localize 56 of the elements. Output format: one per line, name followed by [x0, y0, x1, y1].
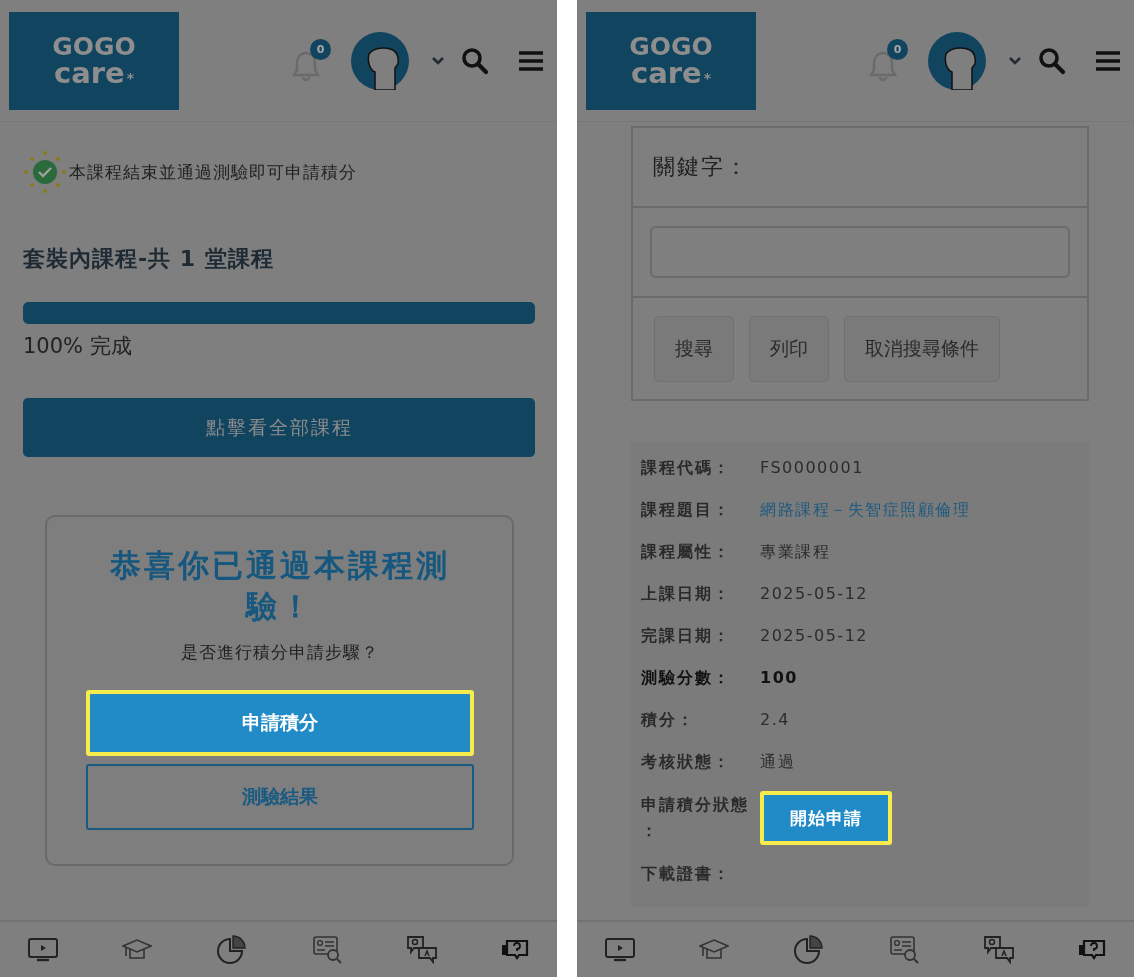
dialog-question: 是否進行積分申請步驟？ [180, 640, 379, 664]
chevron-down-icon[interactable] [431, 55, 445, 66]
field-value: 2025-05-12 [760, 625, 868, 647]
field-label: 申請積分狀態： [641, 794, 750, 842]
notification-count: 0 [887, 38, 908, 60]
field-label: 積分： [641, 709, 696, 731]
field-label: 課程題目： [641, 499, 732, 521]
chat-bubbles-icon[interactable] [983, 935, 1014, 964]
field-label: 完課日期： [641, 625, 732, 647]
pie-chart-icon[interactable] [216, 933, 249, 966]
field-label: 課程屬性： [641, 541, 732, 563]
field-label: 課程代碼： [641, 457, 732, 479]
notification-count: 0 [310, 38, 331, 60]
field-value: 2.4 [760, 709, 790, 731]
help-bubble-icon[interactable] [500, 938, 529, 961]
test-results-button[interactable]: 測驗結果 [85, 763, 474, 830]
keyword-label: 關鍵字： [653, 153, 749, 181]
notice-text: 本課程結束並通過測驗即可申請積分 [69, 160, 357, 184]
start-application-button[interactable]: 開始申請 [760, 791, 892, 845]
view-all-courses-button[interactable]: 點擊看全部課程 [23, 398, 535, 457]
field-label: 測驗分數： [641, 667, 732, 689]
field-value: 通過 [760, 751, 795, 773]
dialog-title: 恭喜你已通過本課程測驗！ [108, 546, 451, 626]
help-bubble-icon[interactable] [1077, 938, 1106, 961]
menu-icon[interactable] [519, 49, 543, 72]
form-button[interactable]: 取消搜尋條件 [844, 315, 1000, 382]
search-icon[interactable] [1038, 46, 1066, 75]
id-card-search-icon[interactable] [889, 935, 920, 964]
course-title-link[interactable]: 網路課程－失智症照顧倫理 [760, 497, 970, 523]
graduation-cap-icon[interactable] [122, 938, 153, 961]
field-value: FS0000001 [760, 457, 864, 479]
verified-badge-icon [23, 150, 67, 194]
field-label: 上課日期： [641, 583, 732, 605]
form-button[interactable]: 搜尋 [654, 315, 734, 382]
chevron-down-icon[interactable] [1008, 55, 1022, 66]
avatar[interactable] [928, 31, 986, 90]
tv-icon[interactable] [28, 937, 58, 962]
tv-icon[interactable] [605, 937, 635, 962]
apply-credits-button[interactable]: 申請積分 [85, 689, 474, 756]
pie-chart-icon[interactable] [793, 933, 826, 966]
graduation-cap-icon[interactable] [699, 938, 730, 961]
chat-bubbles-icon[interactable] [406, 935, 437, 964]
field-value: 專業課程 [760, 541, 830, 563]
logo[interactable]: GOGO care* [9, 11, 179, 110]
field-label: 下載證書： [641, 863, 732, 885]
search-icon[interactable] [461, 46, 489, 75]
menu-icon[interactable] [1096, 49, 1120, 72]
progress-reading: 100% 完成 [23, 333, 133, 360]
field-label: 考核狀態： [641, 751, 732, 773]
logo[interactable]: GOGO care* [586, 11, 756, 110]
field-value: 2025-05-12 [760, 583, 868, 605]
field-value: 100 [760, 667, 798, 689]
avatar[interactable] [351, 31, 409, 90]
id-card-search-icon[interactable] [312, 935, 343, 964]
form-button[interactable]: 列印 [749, 315, 829, 382]
package-heading: 套裝內課程-共 1 堂課程 [23, 245, 275, 273]
